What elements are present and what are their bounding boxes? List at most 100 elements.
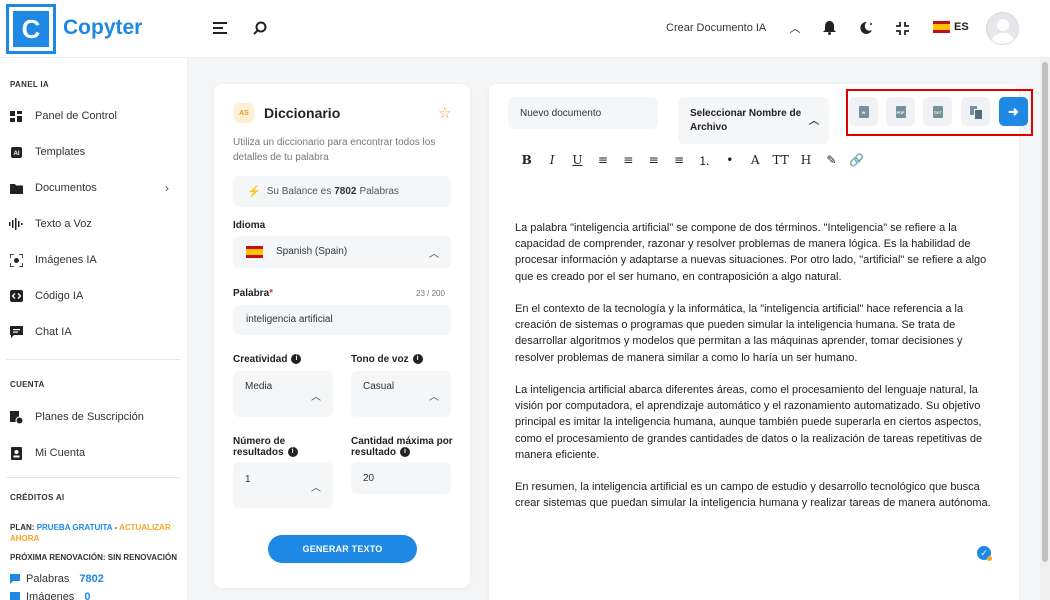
align-right-icon[interactable]: ≡ [641, 153, 666, 167]
bold-icon[interactable]: B [514, 153, 539, 167]
plan-prefix: PLAN: [10, 523, 35, 532]
export-txt-button[interactable]: TXT [923, 97, 952, 126]
dashboard-icon [9, 109, 23, 123]
align-center-icon[interactable]: ≡ [616, 153, 641, 167]
brand-name[interactable]: Copyter [63, 16, 142, 40]
create-document-menu[interactable]: Crear Documento IA [666, 22, 766, 34]
info-icon[interactable]: i [287, 447, 298, 458]
sidebar-item-codigo-ia[interactable]: Código IA [9, 284, 179, 308]
word-label-text: Palabra [233, 288, 270, 299]
sidebar-item-imagenes-ia[interactable]: Imágenes IA [9, 248, 179, 272]
account-icon [9, 446, 23, 460]
menu-toggle-icon[interactable] [210, 18, 230, 38]
balance-suffix: Palabras [359, 186, 399, 197]
language-value: Spanish (Spain) [276, 246, 348, 257]
sidebar-item-planes[interactable]: Planes de Suscripción [9, 405, 179, 429]
file-name-select[interactable]: Seleccionar Nombre de Archivo ︿ [678, 97, 829, 144]
brush-icon[interactable]: ✎ [819, 153, 844, 167]
sidebar-item-label: Templates [35, 146, 86, 158]
logo-letter: C [13, 11, 49, 47]
document-name-input[interactable]: Nuevo documento [508, 97, 658, 129]
page-scrollbar[interactable] [1040, 58, 1050, 600]
tone-select[interactable]: Casual ︿ [351, 371, 451, 417]
save-document-button[interactable]: ➜ [999, 97, 1028, 126]
max-qty-input[interactable]: 20 [351, 462, 451, 494]
svg-text:AI: AI [13, 151, 19, 157]
word-input-value: inteligencia artificial [246, 314, 333, 325]
info-icon[interactable]: i [400, 447, 411, 458]
balance-prefix: Su Balance es [266, 186, 332, 197]
tone-label-text: Tono de voz [351, 354, 409, 365]
chevron-up-icon[interactable]: ︿ [785, 18, 805, 38]
align-justify-icon[interactable]: ≡ [666, 153, 691, 167]
align-left-icon[interactable]: ≡ [590, 153, 615, 167]
underline-icon[interactable]: U [565, 153, 590, 167]
editor-card: Nuevo documento Seleccionar Nombre de Ar… [489, 84, 1033, 600]
creativity-select[interactable]: Media ︿ [233, 371, 333, 417]
export-word-button[interactable]: W [849, 97, 878, 126]
sidebar-item-label: Panel de Control [35, 110, 117, 122]
waveform-icon [9, 217, 23, 231]
results-label: Número de resultados i [233, 436, 329, 458]
results-label-text: Número de resultados [233, 436, 286, 458]
export-pdf-button[interactable]: PDF [886, 97, 915, 126]
bell-icon[interactable] [819, 18, 839, 38]
sidebar-item-documentos[interactable]: Documentos › [9, 176, 179, 200]
code-icon [9, 289, 23, 303]
info-icon[interactable]: i [412, 354, 423, 365]
tone-value: Casual [363, 381, 395, 392]
copy-icon [970, 105, 983, 120]
editor-paragraph: En resumen, la inteligencia artificial e… [515, 481, 991, 510]
font-color-icon[interactable]: A [743, 153, 768, 167]
language-selector[interactable]: ES [933, 21, 969, 33]
copy-button[interactable] [961, 97, 990, 126]
creativity-label-text: Creatividad [233, 354, 288, 365]
ordered-list-icon[interactable]: ⒈ [692, 152, 717, 169]
language-select[interactable]: Spanish (Spain) ︿ [233, 236, 451, 268]
italic-icon[interactable]: I [539, 153, 564, 167]
info-icon[interactable]: i [291, 354, 302, 365]
sidebar-item-mi-cuenta[interactable]: Mi Cuenta [9, 441, 179, 465]
search-icon[interactable] [250, 18, 270, 38]
dark-mode-icon[interactable] [856, 18, 876, 38]
sidebar-divider [6, 359, 180, 360]
sidebar-item-label: Mi Cuenta [35, 447, 86, 459]
dictionary-title: Diccionario [264, 105, 341, 121]
heading-icon[interactable]: H [793, 153, 818, 167]
sidebar-item-panel-de-control[interactable]: Panel de Control [9, 104, 179, 128]
images-icon [10, 592, 20, 600]
generate-text-button[interactable]: GENERAR TEXTO [268, 535, 417, 563]
word-input[interactable]: inteligencia artificial [233, 305, 451, 335]
editor-paragraph: En el contexto de la tecnología y la inf… [515, 303, 964, 364]
link-icon[interactable]: 🔗 [844, 153, 869, 167]
word-counter: 23 / 200 [416, 289, 445, 298]
required-marker: * [269, 288, 274, 299]
language-code: ES [954, 21, 969, 33]
word-label: Palabra* [233, 288, 273, 299]
user-avatar[interactable] [986, 12, 1019, 45]
favorite-star-icon[interactable]: ☆ [438, 104, 451, 122]
font-size-icon[interactable]: TT [768, 153, 793, 167]
chat-icon [9, 325, 23, 339]
bullet-list-icon[interactable]: • [717, 153, 742, 167]
save-icon: ➜ [1008, 103, 1019, 119]
sidebar-item-chat-ia[interactable]: Chat IA [9, 320, 179, 344]
editor-content[interactable]: La palabra "inteligencia artificial" se … [515, 220, 993, 528]
spain-flag-icon [246, 246, 263, 258]
credit-images: Imágenes 0 [10, 591, 90, 600]
sidebar-divider [6, 477, 180, 478]
format-toolbar: B I U ≡ ≡ ≡ ≡ ⒈ • A TT H ✎ 🔗 [514, 152, 869, 168]
fullscreen-exit-icon[interactable] [892, 18, 912, 38]
logo[interactable]: C [6, 4, 56, 54]
results-select[interactable]: 1 ︿ [233, 462, 333, 508]
sidebar-item-templates[interactable]: AI Templates [9, 140, 179, 164]
credit-value: 7802 [79, 573, 104, 585]
sidebar-item-texto-a-voz[interactable]: Texto a Voz [9, 212, 179, 236]
ai-icon: AI [9, 145, 23, 159]
grammar-check-icon[interactable]: ✓ [977, 546, 992, 561]
pdf-file-label: PDF [896, 109, 905, 115]
scrollbar-thumb[interactable] [1042, 62, 1048, 562]
credit-label: Imágenes [26, 591, 75, 600]
word-file-label: W [861, 109, 866, 115]
plan-name: PRUEBA GRATUITA [36, 523, 113, 532]
